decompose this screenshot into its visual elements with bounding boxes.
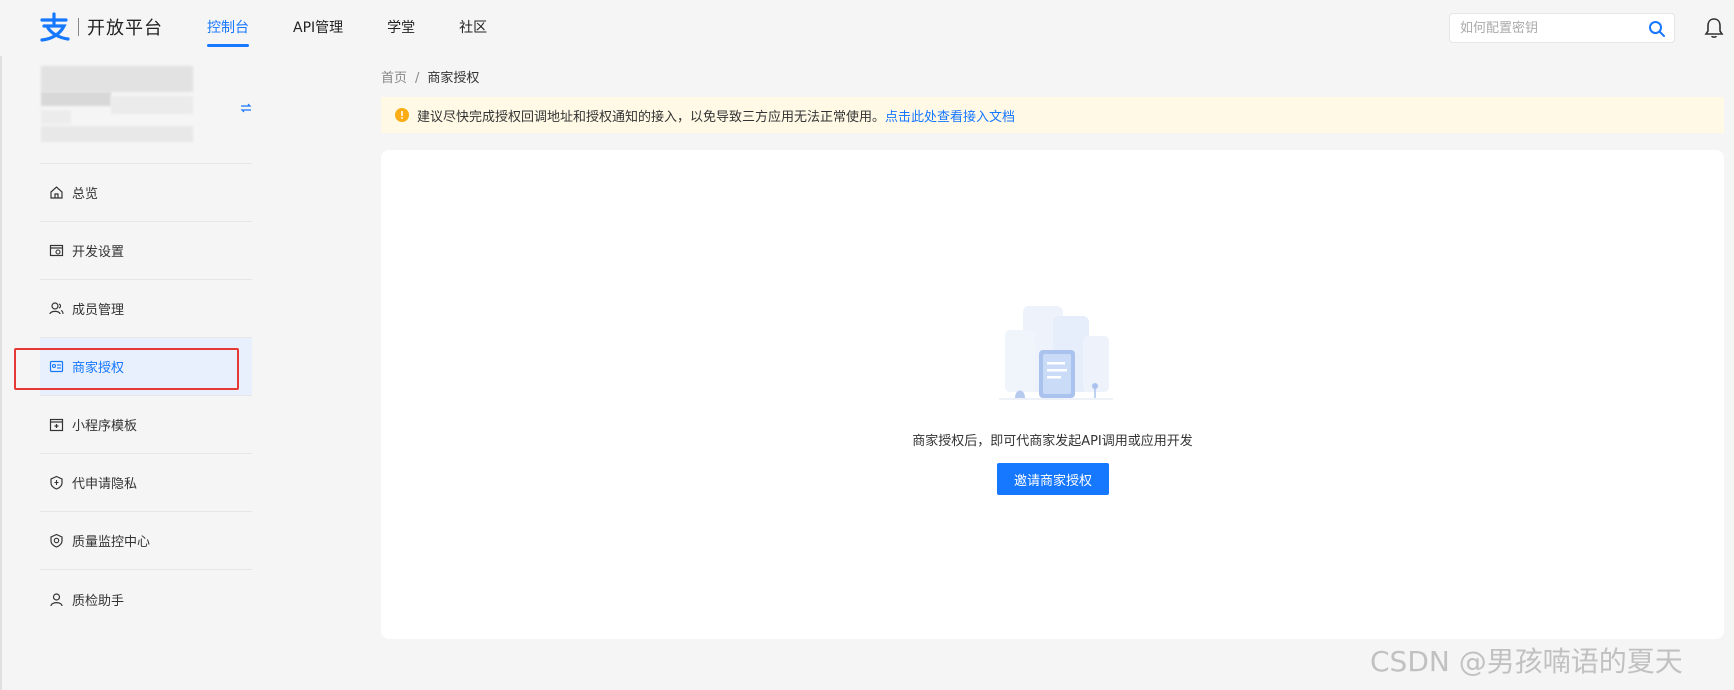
top-bar: 开放平台 控制台 API管理 学堂 社区 bbox=[0, 0, 1734, 56]
notice-doc-link[interactable]: 点击此处查看接入文档 bbox=[885, 106, 1015, 125]
privacy-icon bbox=[50, 475, 63, 490]
sidebar-item-miniapp-template[interactable]: 小程序模板 bbox=[40, 396, 252, 454]
breadcrumb-home[interactable]: 首页 bbox=[381, 71, 407, 86]
nav-item-community[interactable]: 社区 bbox=[459, 0, 487, 56]
sidebar-item-label: 成员管理 bbox=[72, 303, 125, 318]
page-left-border bbox=[0, 56, 2, 690]
sidebar-item-members[interactable]: 成员管理 bbox=[40, 280, 252, 338]
nav-item-console[interactable]: 控制台 bbox=[207, 0, 249, 56]
empty-state-text: 商家授权后，即可代商家发起API调用或应用开发 bbox=[912, 434, 1193, 449]
sidebar-item-inspector[interactable]: 质检助手 bbox=[40, 570, 252, 628]
sidebar-item-label: 商家授权 bbox=[72, 361, 125, 376]
search-input[interactable] bbox=[1460, 14, 1650, 42]
logo[interactable]: 开放平台 bbox=[38, 12, 163, 42]
sidebar-item-label: 开发设置 bbox=[72, 245, 125, 260]
warning-icon bbox=[395, 108, 409, 122]
sidebar-item-merchant-auth[interactable]: 商家授权 bbox=[40, 338, 252, 396]
sidebar-item-privacy[interactable]: 代申请隐私 bbox=[40, 454, 252, 512]
template-icon bbox=[49, 418, 64, 432]
sidebar-item-label: 总览 bbox=[72, 187, 99, 202]
search-box bbox=[1449, 13, 1675, 43]
invite-merchant-button[interactable]: 邀请商家授权 bbox=[997, 463, 1109, 495]
dev-settings-icon bbox=[49, 244, 64, 257]
quality-monitor-icon bbox=[50, 533, 63, 548]
sidebar-item-dev-settings[interactable]: 开发设置 bbox=[40, 222, 252, 280]
bell-icon[interactable] bbox=[1704, 17, 1724, 39]
breadcrumb-separator: / bbox=[415, 71, 420, 86]
home-icon bbox=[50, 186, 63, 199]
logo-divider bbox=[78, 18, 79, 36]
main-nav: 控制台 API管理 学堂 社区 bbox=[207, 0, 531, 56]
empty-state-illustration bbox=[999, 306, 1113, 400]
search-icon[interactable] bbox=[1648, 20, 1666, 38]
switch-account-icon[interactable] bbox=[240, 102, 252, 114]
watermark: CSDN @男孩喃语的夏天 bbox=[1370, 645, 1683, 678]
sidebar-item-label: 质量监控中心 bbox=[72, 535, 151, 550]
members-icon bbox=[49, 302, 64, 315]
inspector-icon bbox=[50, 592, 63, 606]
sidebar: 总览 开发设置 成员管理 商家授权 小程序模板 代申请隐私 质量监控中心 质检助… bbox=[40, 163, 252, 628]
breadcrumb: 首页 / 商家授权 bbox=[381, 67, 479, 86]
nav-item-academy[interactable]: 学堂 bbox=[387, 0, 415, 56]
sidebar-item-overview[interactable]: 总览 bbox=[40, 164, 252, 222]
sidebar-item-label: 质检助手 bbox=[72, 593, 125, 609]
sidebar-item-quality-monitor[interactable]: 质量监控中心 bbox=[40, 512, 252, 570]
sidebar-item-label: 代申请隐私 bbox=[72, 477, 138, 492]
nav-item-api[interactable]: API管理 bbox=[293, 0, 343, 56]
breadcrumb-current: 商家授权 bbox=[427, 71, 480, 86]
account-info-blurred bbox=[41, 66, 193, 142]
brand-title: 开放平台 bbox=[87, 18, 163, 39]
sidebar-item-label: 小程序模板 bbox=[72, 419, 138, 434]
main-card: 商家授权后，即可代商家发起API调用或应用开发 邀请商家授权 bbox=[381, 150, 1724, 639]
notice-text: 建议尽快完成授权回调地址和授权通知的接入，以免导致三方应用无法正常使用。 bbox=[417, 109, 886, 125]
notice-banner: 建议尽快完成授权回调地址和授权通知的接入，以免导致三方应用无法正常使用。 点击此处… bbox=[381, 97, 1724, 133]
merchant-auth-icon bbox=[49, 360, 64, 373]
alipay-logo-icon bbox=[40, 12, 70, 42]
